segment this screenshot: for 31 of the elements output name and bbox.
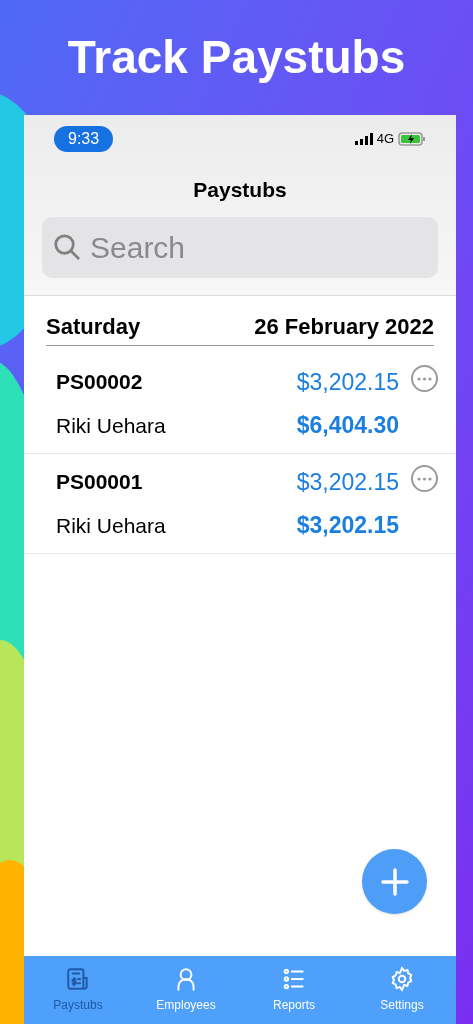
signal-icon	[354, 133, 373, 145]
employee-name: Riki Uehara	[56, 412, 166, 439]
section-date: 26 February 2022	[254, 313, 434, 341]
receipt-icon	[65, 966, 91, 992]
section-day: Saturday	[46, 310, 141, 343]
battery-icon	[398, 132, 426, 146]
tab[interactable]: Paystubs	[24, 956, 132, 1024]
settings-icon	[389, 966, 415, 992]
search-field[interactable]: Search	[42, 217, 438, 278]
status-time: 9:33	[54, 126, 114, 152]
search-icon	[52, 232, 82, 262]
paystub-amount: $3,202.15	[296, 368, 399, 397]
paystub-id: PS00002	[56, 369, 144, 395]
more-button[interactable]	[411, 465, 438, 492]
ellipsis-icon	[417, 376, 432, 381]
paystub-amount: $3,202.15	[296, 468, 399, 497]
plus-icon	[380, 867, 409, 896]
add-button[interactable]	[362, 849, 427, 914]
employee-name: Riki Uehara	[56, 512, 166, 539]
nav-title: Paystubs	[193, 177, 287, 204]
ellipsis-icon	[417, 476, 432, 481]
headline: Track Paystubs	[67, 30, 406, 85]
more-button[interactable]	[411, 365, 438, 392]
list-icon	[281, 966, 307, 992]
tab[interactable]: Employees	[132, 956, 240, 1024]
paystub-total: $3,202.15	[296, 510, 399, 540]
tab[interactable]: Reports	[240, 956, 348, 1024]
tab[interactable]: Settings	[348, 956, 456, 1024]
paystub-total: $6,404.30	[296, 410, 399, 440]
paystub-id: PS00001	[56, 469, 144, 495]
network-label: 4G	[376, 130, 394, 149]
